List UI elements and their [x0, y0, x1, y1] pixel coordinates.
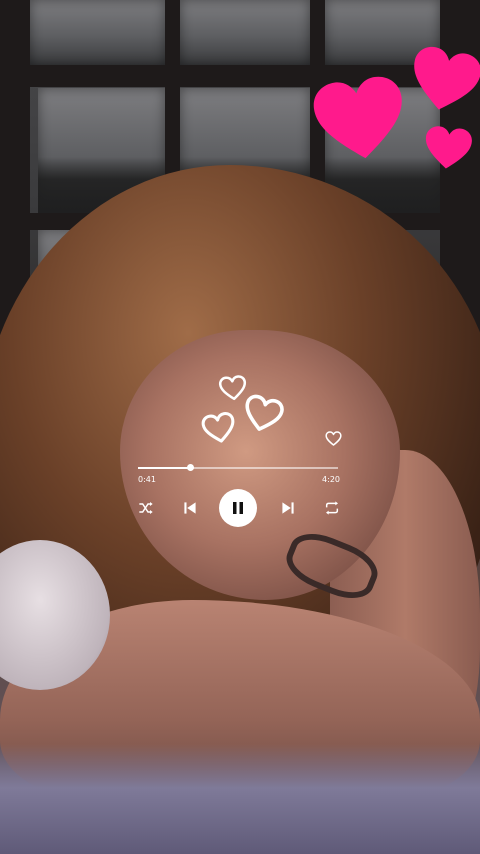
progress-thumb[interactable] [187, 464, 194, 471]
heart-outline-icon [218, 372, 249, 405]
progress-bar[interactable] [138, 464, 338, 471]
story-canvas: 0:41 4:20 [0, 0, 480, 854]
next-button[interactable] [278, 498, 298, 518]
like-button[interactable] [325, 431, 342, 446]
music-player: 0:41 4:20 [130, 455, 350, 530]
window-pane [180, 0, 310, 65]
previous-button[interactable] [180, 498, 200, 518]
shuffle-icon [139, 502, 153, 514]
heart-icon [308, 70, 411, 168]
total-time: 4:20 [322, 475, 340, 484]
heart-outline-icon [325, 431, 342, 446]
heart-icon [422, 124, 474, 173]
pause-button[interactable] [219, 489, 257, 527]
repeat-icon [325, 501, 339, 515]
repeat-button[interactable] [322, 498, 342, 518]
progress-fill [138, 467, 190, 469]
shuffle-button[interactable] [136, 498, 156, 518]
heart-outline-icon [199, 407, 239, 448]
player-controls [130, 488, 350, 528]
bed-sheet [0, 744, 480, 854]
elapsed-time: 0:41 [138, 475, 156, 484]
window-pane [30, 0, 165, 65]
skip-next-icon [282, 502, 294, 514]
skip-previous-icon [184, 502, 196, 514]
pause-icon [233, 502, 243, 514]
